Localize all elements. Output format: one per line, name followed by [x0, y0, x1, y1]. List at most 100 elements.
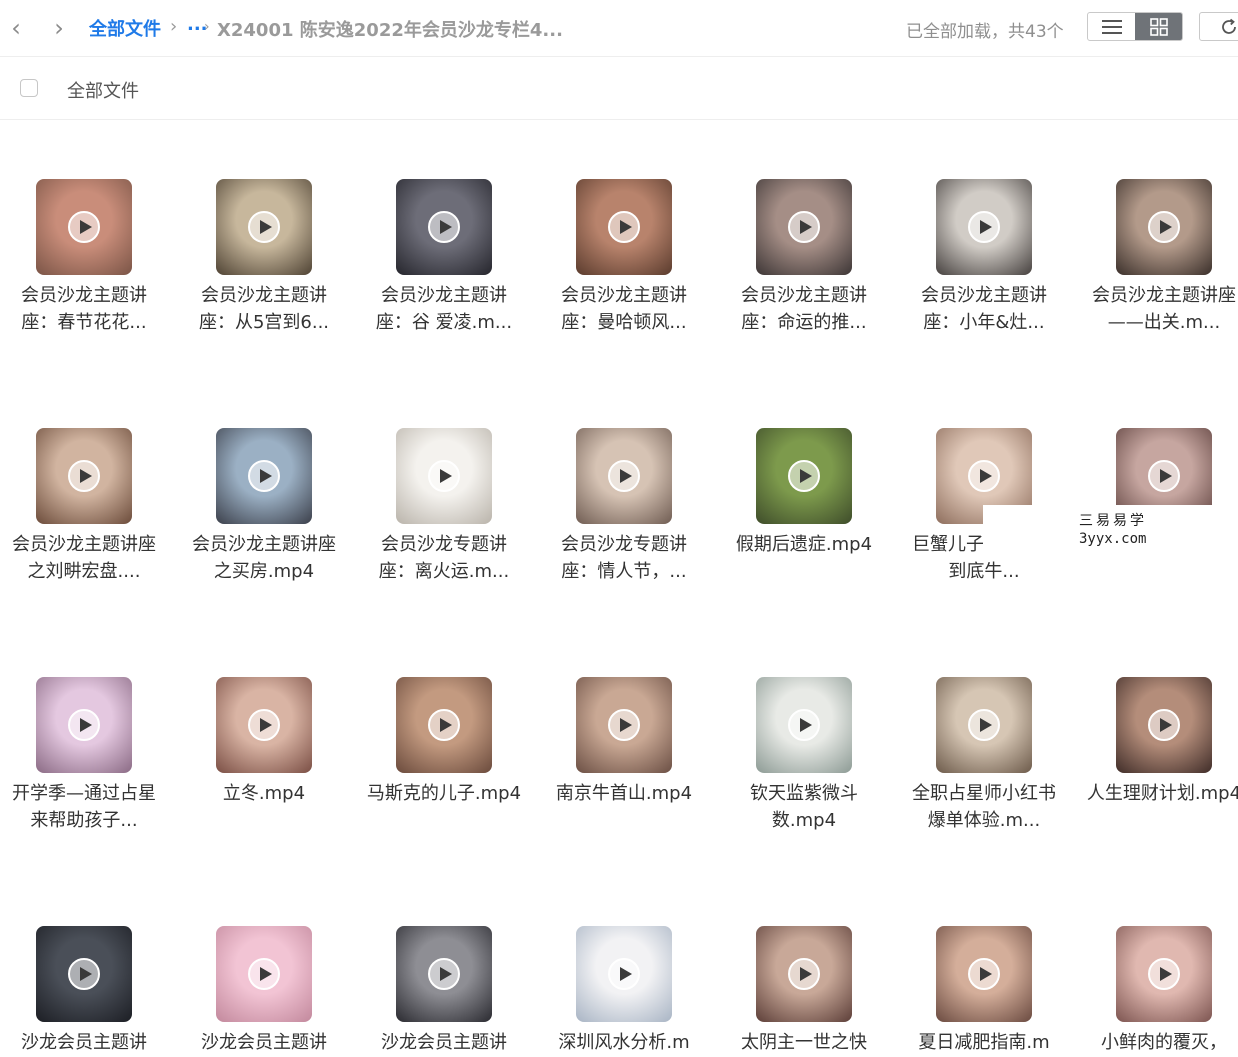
play-icon: [1148, 958, 1180, 990]
breadcrumb-current: X24001 陈安逸2022年会员沙龙专栏4...: [217, 20, 563, 41]
load-status: 已全部加载，共43个: [906, 22, 1064, 42]
play-icon: [968, 709, 1000, 741]
refresh-button[interactable]: [1199, 12, 1238, 41]
video-thumbnail[interactable]: [216, 179, 312, 275]
file-name: 开学季—通过占星来帮助孩子...: [12, 783, 156, 831]
file-name: 会员沙龙专题讲座：离火运.m...: [378, 534, 510, 582]
play-icon: [608, 211, 640, 243]
play-icon: [608, 460, 640, 492]
video-thumbnail[interactable]: [756, 677, 852, 773]
back-button[interactable]: ‹: [4, 14, 28, 42]
video-thumbnail[interactable]: [396, 926, 492, 1022]
breadcrumb-separator-icon: ›: [204, 19, 210, 35]
file-name: 南京牛首山.mp4: [555, 783, 693, 804]
file-name: 夏日减肥指南.m: [918, 1032, 1050, 1053]
file-name: 假期后遗症.mp4: [735, 534, 873, 555]
list-view-button[interactable]: [1088, 13, 1135, 40]
play-icon: [248, 709, 280, 741]
breadcrumb-root[interactable]: 全部文件: [89, 15, 161, 41]
play-icon: [788, 460, 820, 492]
chevron-left-icon: ‹: [11, 14, 21, 42]
select-all-checkbox[interactable]: [20, 79, 38, 97]
video-thumbnail[interactable]: [936, 926, 1032, 1022]
file-name: 沙龙会员主题讲: [21, 1032, 147, 1053]
video-thumbnail[interactable]: [36, 428, 132, 524]
file-name: 马斯克的儿子.mp4: [366, 783, 522, 804]
video-thumbnail[interactable]: [936, 677, 1032, 773]
video-thumbnail[interactable]: [216, 677, 312, 773]
view-toggle: [1087, 12, 1183, 41]
play-icon: [68, 211, 100, 243]
video-thumbnail[interactable]: [1116, 677, 1212, 773]
file-name: 小鲜肉的覆灭，: [1101, 1032, 1227, 1053]
video-thumbnail[interactable]: [396, 428, 492, 524]
video-thumbnail[interactable]: [936, 179, 1032, 275]
video-thumbnail[interactable]: [216, 926, 312, 1022]
video-thumbnail[interactable]: [396, 179, 492, 275]
file-name: 深圳风水分析.m: [558, 1032, 690, 1053]
grid-view-button[interactable]: [1135, 13, 1182, 40]
play-icon: [68, 460, 100, 492]
play-icon: [428, 958, 460, 990]
grid-icon: [1149, 17, 1168, 36]
play-icon: [248, 958, 280, 990]
select-all-bar: 全部文件: [0, 56, 1238, 120]
file-name: 会员沙龙专题讲座：情人节，...: [561, 534, 687, 582]
file-name: 会员沙龙主题讲座：谷 爱凌.m...: [375, 285, 513, 333]
watermark-overlay: 三易易学 3yyx.com: [983, 505, 1218, 555]
video-thumbnail[interactable]: [1116, 179, 1212, 275]
video-thumbnail[interactable]: [216, 428, 312, 524]
video-thumbnail[interactable]: [36, 677, 132, 773]
video-thumbnail[interactable]: [576, 677, 672, 773]
play-icon: [428, 460, 460, 492]
video-thumbnail[interactable]: [576, 179, 672, 275]
file-name: 会员沙龙主题讲座之刘畊宏盘....: [12, 534, 156, 582]
file-name: 钦天监紫微斗数.mp4: [750, 783, 858, 831]
play-icon: [608, 709, 640, 741]
play-icon: [68, 958, 100, 990]
video-thumbnail[interactable]: [756, 428, 852, 524]
play-icon: [428, 211, 460, 243]
list-icon: [1101, 19, 1122, 34]
file-name: 会员沙龙主题讲座：从5宫到6...: [198, 285, 330, 333]
chevron-right-icon: ›: [54, 14, 64, 42]
play-icon: [248, 211, 280, 243]
file-name: 沙龙会员主题讲: [381, 1032, 507, 1053]
watermark-url: 3yyx.com: [1079, 531, 1147, 547]
file-name: 会员沙龙主题讲座：命运的推...: [741, 285, 867, 333]
play-icon: [248, 460, 280, 492]
play-icon: [1148, 211, 1180, 243]
video-thumbnail[interactable]: [396, 677, 492, 773]
play-icon: [788, 958, 820, 990]
file-name: 太阴主一世之快: [741, 1032, 867, 1053]
file-name: 会员沙龙主题讲座：春节花花...: [21, 285, 147, 333]
video-thumbnail[interactable]: [36, 926, 132, 1022]
refresh-icon: [1222, 18, 1236, 34]
file-name: 会员沙龙主题讲座之买房.mp4: [192, 534, 336, 582]
file-name: 人生理财计划.mp4: [1086, 783, 1238, 804]
video-thumbnail[interactable]: [36, 179, 132, 275]
video-thumbnail[interactable]: [576, 428, 672, 524]
forward-button[interactable]: ›: [47, 14, 71, 42]
video-thumbnail[interactable]: [1116, 926, 1212, 1022]
file-name: 会员沙龙主题讲座：曼哈顿风...: [561, 285, 687, 333]
play-icon: [968, 460, 1000, 492]
video-thumbnail[interactable]: [576, 926, 672, 1022]
play-icon: [68, 709, 100, 741]
breadcrumb-separator-icon: ›: [170, 16, 178, 37]
watermark-text: 三易易学: [1079, 513, 1147, 529]
play-icon: [1148, 709, 1180, 741]
video-thumbnail[interactable]: [756, 179, 852, 275]
select-all-label: 全部文件: [67, 81, 139, 102]
play-icon: [788, 709, 820, 741]
play-icon: [968, 958, 1000, 990]
play-icon: [1148, 460, 1180, 492]
file-name: 会员沙龙主题讲座：小年&灶...: [921, 285, 1047, 333]
top-toolbar: ‹ › 全部文件 › ... › X24001 陈安逸2022年会员沙龙专栏4.…: [0, 0, 1238, 56]
file-name: 立冬.mp4: [222, 783, 306, 804]
play-icon: [608, 958, 640, 990]
file-name: 沙龙会员主题讲: [201, 1032, 327, 1053]
video-thumbnail[interactable]: [756, 926, 852, 1022]
file-name: 全职占星师小红书爆单体验.m...: [912, 783, 1056, 831]
file-name: 会员沙龙主题讲座——出关.m...: [1092, 285, 1236, 333]
